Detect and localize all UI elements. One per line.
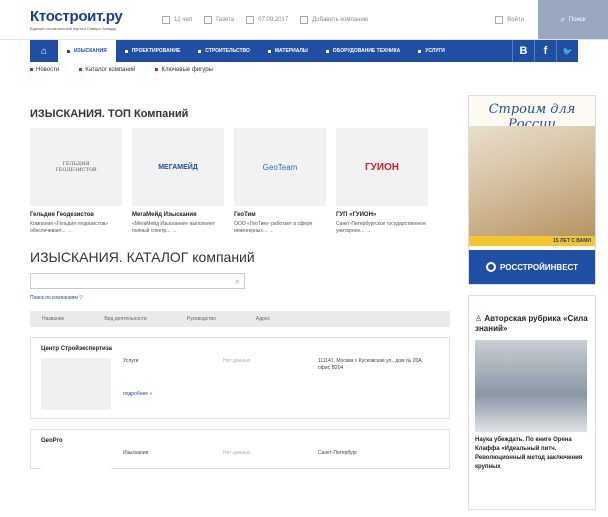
company-name[interactable]: ГеоТим [234,211,326,219]
vk-icon[interactable]: B [512,40,534,62]
company-name[interactable]: Гельдия Геодезистов [30,211,122,219]
ad-photo [469,126,595,244]
facebook-icon[interactable]: f [534,40,556,62]
site-logo[interactable]: Ктостроит.ру Единый строительный портал … [30,8,150,31]
ad-brand: РОССТРОЙИНВЕСТ [469,250,595,284]
top-bar: Ктостроит.ру Единый строительный портал … [0,0,608,40]
company-name[interactable]: МегаМейд Изыскания [132,211,224,219]
company-desc: Санкт-Петербургское государственное унит… [336,221,426,234]
column-address[interactable]: Адрес [256,316,270,322]
company-name[interactable]: ГУП «ГУИОН» [336,211,428,219]
newspaper-link[interactable]: Газета [204,15,234,24]
logo-tagline: Единый строительный портал Северо-Запада [30,26,116,31]
company-desc: ООО «ГеоТим» работает в сфере инженерных… [234,221,313,234]
company-desc: «МегаМейд Изыскания» выполняет полный сп… [132,221,215,234]
entry-name[interactable]: Центр Стройэкспертиза [41,346,439,352]
calendar-icon [246,15,255,24]
nav-item-services[interactable]: Услуги [409,40,454,62]
company-card[interactable]: МЕГАМЕЙД МегаМейд Изыскания «МегаМейд Из… [132,128,224,235]
top-companies-title: Изыскания. Топ Компаний [30,108,189,120]
entry-management: Нет данных [223,450,251,456]
entry-name[interactable]: GeoPro [41,438,439,444]
login-button[interactable]: Войти [495,15,524,24]
logo-text: Ктостроит.ру [30,8,123,25]
more-link[interactable]: подробнее » [123,391,223,398]
entry-activity: Услуги [123,358,139,364]
company-card[interactable]: GeoTeam ГеоТим ООО «ГеоТим» работает в с… [234,128,326,235]
search-button[interactable]: ⌕ Поиск [538,0,608,39]
column-name[interactable]: Название [42,316,64,322]
entry-logo [41,358,111,410]
subnav-catalog[interactable]: Каталог компаний [79,67,145,73]
company-desc: Компания «Гельдия геодезистов» обеспечив… [30,221,109,234]
entry-activity: Изыскания [123,450,149,456]
company-logo: GeoTeam [234,128,326,206]
column-management[interactable]: Руководство [187,316,216,322]
entry-management: Нет данных [223,358,251,364]
sidebar: Строим для России 15 ЛЕТ С ВАМИ РОССТРОЙ… [468,95,596,510]
nav-item-surveys[interactable]: Изыскания [58,40,116,62]
main-nav: ⌂ Изыскания Проектирование Строительство… [30,40,578,62]
company-card[interactable]: ГЕЛЬДИЯ ГЕОДЕЗИСТОВ Гельдия Геодезистов … [30,128,122,235]
search-icon[interactable]: ⌕ [235,276,240,287]
ad-years-badge: 15 ЛЕТ С ВАМИ [469,236,595,246]
entry-logo [41,450,111,470]
company-logo: ГУИОН [336,128,428,206]
nav-item-construction[interactable]: Строительство [189,40,259,62]
catalog-search-input[interactable]: ⌕ [30,273,245,289]
column-heading[interactable]: ♙ Авторская рубрика «Сила знаний» [475,314,589,334]
nav-item-materials[interactable]: Материалы [259,40,317,62]
catalog-title: Изыскания. Каталог компаний [30,249,255,265]
entry-address: Санкт-Петербург [318,450,358,456]
catalog-table-header: Название Вид деятельности Руководство Ад… [30,311,450,327]
company-logo: МЕГАМЕЙД [132,128,224,206]
twitter-icon[interactable]: 🐦 [556,40,578,62]
date-display: 07.09.2017 [246,15,288,24]
login-icon [495,15,504,24]
subnav-news[interactable]: Новости [30,67,69,73]
catalog-entry[interactable]: GeoPro Изыскания Нет данных Санкт-Петерб… [30,429,450,470]
ad-banner[interactable]: Строим для России 15 ЛЕТ С ВАМИ РОССТРОЙ… [468,95,596,285]
search-icon: ⌕ [560,14,565,24]
column-activity[interactable]: Вид деятельности [104,316,146,322]
user-icon [162,15,170,24]
visitors-counter: 12 чел [162,15,192,24]
author-column[interactable]: ♙ Авторская рубрика «Сила знаний» Наука … [468,295,596,510]
author-photo [475,340,587,432]
plus-icon [300,15,309,24]
catalog-entry[interactable]: Центр Стройэкспертиза Услуги подробнее » … [30,337,450,419]
add-company-link[interactable]: Добавить компанию [300,15,368,24]
advanced-search-link[interactable]: Поиск по компаниям ▽ [30,295,450,301]
top-companies: ГЕЛЬДИЯ ГЕОДЕЗИСТОВ Гельдия Геодезистов … [30,128,450,235]
brand-logo-icon [485,262,496,272]
subnav-key-figures[interactable]: Ключевые фигуры [155,67,222,73]
newspaper-icon [204,15,213,24]
entry-address: 111141, Москва г. Кусковская ул., дом № … [318,358,423,371]
sub-nav: Новости Каталог компаний Ключевые фигуры [30,62,578,78]
main-content: Изыскания. Топ Компаний ГЕЛЬДИЯ ГЕОДЕЗИС… [30,98,450,470]
nav-item-design[interactable]: Проектирование [116,40,190,62]
company-card[interactable]: ГУИОН ГУП «ГУИОН» Санкт-Петербургское го… [336,128,428,235]
column-article-title[interactable]: Наука убеждать. По книге Орена Клаффа «И… [475,436,589,472]
home-icon[interactable]: ⌂ [30,40,58,62]
nav-item-equipment[interactable]: Оборудование техника [317,40,409,62]
author-icon: ♙ [475,314,485,323]
company-logo: ГЕЛЬДИЯ ГЕОДЕЗИСТОВ [30,128,122,206]
